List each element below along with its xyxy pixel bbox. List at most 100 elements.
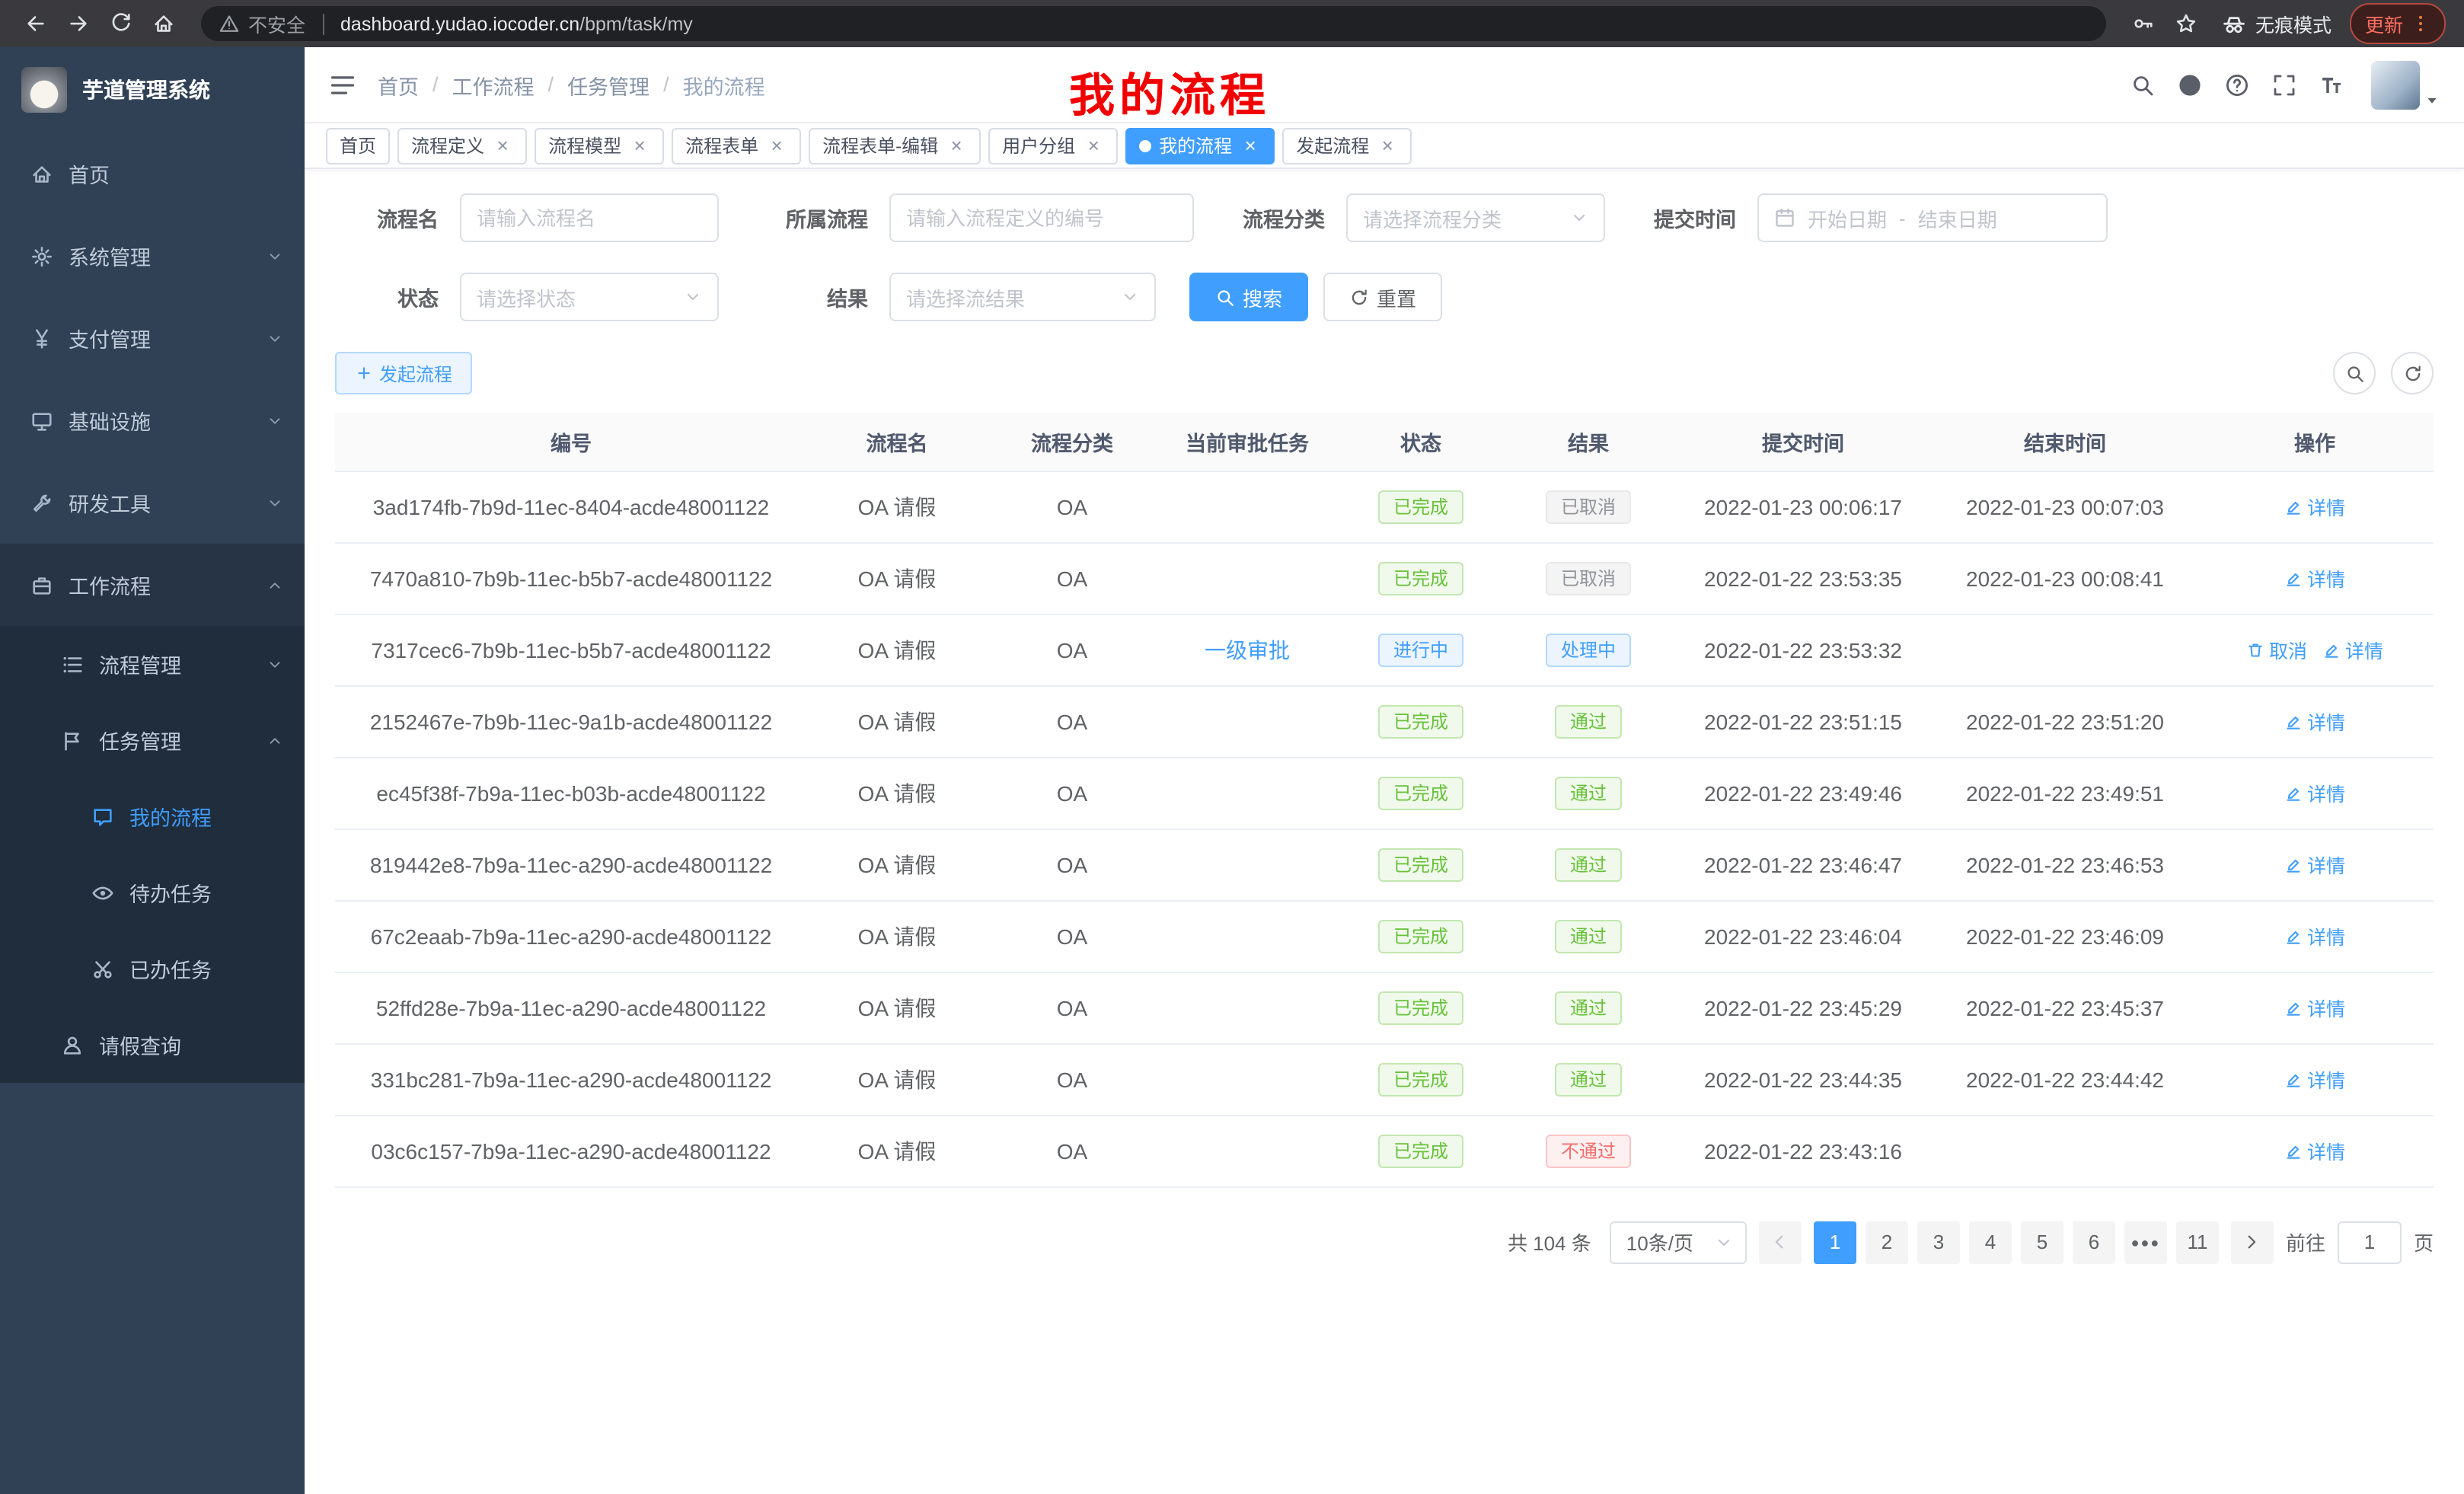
next-page-button[interactable] xyxy=(2231,1221,2274,1263)
process-definition-input[interactable] xyxy=(889,193,1194,242)
reload-button[interactable] xyxy=(104,7,137,40)
user-menu[interactable] xyxy=(2371,60,2440,109)
sidebar-item-todo-tasks[interactable]: 待办任务 xyxy=(0,854,305,931)
detail-link[interactable]: 详情 xyxy=(2284,921,2345,950)
font-size-icon xyxy=(2319,72,2344,97)
sidebar-item-workflow[interactable]: 工作流程 xyxy=(0,544,305,626)
update-button[interactable]: 更新 xyxy=(2350,3,2446,44)
result-tag: 不通过 xyxy=(1546,1134,1631,1167)
process-name-input[interactable] xyxy=(460,193,719,242)
page-button[interactable]: 5 xyxy=(2021,1221,2063,1263)
page-button[interactable]: 4 xyxy=(1969,1221,2012,1263)
prev-page-button[interactable] xyxy=(1759,1221,1802,1263)
tab-label: 流程表单 xyxy=(685,132,758,158)
page-button[interactable]: 3 xyxy=(1917,1221,1960,1263)
tab-process-definition[interactable]: 流程定义× xyxy=(397,127,527,164)
password-key-icon[interactable] xyxy=(2127,7,2161,40)
sidebar-item-home[interactable]: 首页 xyxy=(0,132,305,215)
sidebar-item-infrastructure[interactable]: 基础设施 xyxy=(0,379,305,461)
browser-menu-icon[interactable] xyxy=(2411,14,2430,34)
tab-process-form-edit[interactable]: 流程表单-编辑× xyxy=(809,127,981,164)
tab-process-model[interactable]: 流程模型× xyxy=(535,127,664,164)
cell-submit-time: 2022-01-22 23:46:47 xyxy=(1672,828,1934,900)
detail-link[interactable]: 详情 xyxy=(2322,635,2383,664)
status-select[interactable]: 请选择状态 xyxy=(460,273,719,321)
close-icon[interactable]: × xyxy=(1083,135,1104,156)
page-size-select[interactable]: 10条/页 xyxy=(1610,1221,1747,1263)
page-button[interactable]: 11 xyxy=(2176,1221,2219,1263)
back-button[interactable] xyxy=(18,7,52,40)
bookmark-button[interactable] xyxy=(2170,7,2204,40)
tab-home[interactable]: 首页 xyxy=(326,127,390,164)
page-button[interactable]: 2 xyxy=(1866,1221,1908,1263)
header-search-button[interactable] xyxy=(2123,65,2162,104)
close-icon[interactable]: × xyxy=(766,135,787,156)
sidebar-item-process-management[interactable]: 流程管理 xyxy=(0,626,305,702)
close-icon[interactable]: × xyxy=(629,135,650,156)
search-button[interactable]: 搜索 xyxy=(1189,273,1308,321)
cell-current-task xyxy=(1157,972,1337,1043)
detail-link[interactable]: 详情 xyxy=(2284,1065,2345,1093)
goto-page-input[interactable] xyxy=(2338,1221,2402,1263)
table-row: 819442e8-7b9a-11ec-a290-acde48001122OA 请… xyxy=(335,828,2434,900)
help-button[interactable] xyxy=(2217,65,2257,104)
column-header: 流程名 xyxy=(807,413,987,471)
cell-actions: 详情 xyxy=(2196,900,2434,972)
cell-current-task xyxy=(1157,685,1337,757)
page-button[interactable]: 1 xyxy=(1814,1221,1856,1263)
sidebar-item-devtools[interactable]: 研发工具 xyxy=(0,461,305,544)
submit-time-range-picker[interactable]: 开始日期 - 结束日期 xyxy=(1757,193,2108,242)
sidebar-toggle[interactable] xyxy=(329,71,356,98)
status-tag: 已完成 xyxy=(1378,490,1463,523)
page-button[interactable]: 6 xyxy=(2073,1221,2115,1263)
browser-home-button[interactable] xyxy=(146,7,180,40)
edit-icon xyxy=(2284,1141,2303,1160)
close-icon[interactable]: × xyxy=(492,135,513,156)
breadcrumb-item[interactable]: 工作流程 xyxy=(452,69,535,100)
github-button[interactable] xyxy=(2170,65,2210,104)
sidebar-item-task-management[interactable]: 任务管理 xyxy=(0,702,305,778)
more-pages-button[interactable]: ●●● xyxy=(2124,1221,2167,1263)
close-icon[interactable]: × xyxy=(1240,135,1261,156)
sidebar-item-my-process[interactable]: 我的流程 xyxy=(0,778,305,854)
sidebar-menu: 首页系统管理支付管理基础设施研发工具工作流程流程管理任务管理我的流程待办任务已办… xyxy=(0,132,305,1494)
cell-process-name: OA 请假 xyxy=(807,1115,987,1186)
reset-button[interactable]: 重置 xyxy=(1323,273,1442,321)
toggle-search-button[interactable] xyxy=(2333,352,2376,394)
sidebar-item-system[interactable]: 系统管理 xyxy=(0,215,305,297)
cancel-link[interactable]: 取消 xyxy=(2246,635,2307,664)
sidebar-item-done-tasks[interactable]: 已办任务 xyxy=(0,931,305,1007)
create-process-button[interactable]: 发起流程 xyxy=(335,352,472,394)
breadcrumb-item: 我的流程 xyxy=(683,69,765,100)
tab-process-form[interactable]: 流程表单 × xyxy=(672,127,801,164)
tab-user-group[interactable]: 用户分组× xyxy=(988,127,1118,164)
refresh-table-button[interactable] xyxy=(2391,352,2434,394)
close-icon[interactable]: × xyxy=(1377,135,1398,156)
result-select[interactable]: 请选择流结果 xyxy=(889,273,1156,321)
tab-create-process[interactable]: 发起流程× xyxy=(1282,127,1412,164)
fullscreen-button[interactable] xyxy=(2265,65,2304,104)
detail-link[interactable]: 详情 xyxy=(2284,778,2345,807)
tab-my-process[interactable]: 我的流程× xyxy=(1125,127,1275,164)
breadcrumb-item[interactable]: 首页 xyxy=(378,69,419,100)
detail-link[interactable]: 详情 xyxy=(2284,492,2345,521)
sidebar-item-payment[interactable]: 支付管理 xyxy=(0,297,305,379)
detail-link[interactable]: 详情 xyxy=(2284,850,2345,879)
detail-link[interactable]: 详情 xyxy=(2284,563,2345,592)
edit-icon xyxy=(2284,855,2303,873)
forward-button[interactable] xyxy=(61,7,94,40)
browser-toolbar: 不安全 dashboard.yudao.iocoder.cn/bpm/task/… xyxy=(0,0,2464,47)
chevron-down-icon xyxy=(267,656,283,672)
detail-link[interactable]: 详情 xyxy=(2284,993,2345,1022)
sidebar-item-leave-query[interactable]: 请假查询 xyxy=(0,1007,305,1083)
detail-link[interactable]: 详情 xyxy=(2284,707,2345,736)
logo[interactable]: 芋道管理系统 xyxy=(0,47,305,132)
current-task-link[interactable]: 一级审批 xyxy=(1205,637,1290,662)
cell-status: 已完成 xyxy=(1337,1043,1505,1115)
breadcrumb-item[interactable]: 任务管理 xyxy=(567,69,650,100)
address-bar[interactable]: 不安全 dashboard.yudao.iocoder.cn/bpm/task/… xyxy=(201,6,2106,41)
close-icon[interactable]: × xyxy=(946,135,967,156)
detail-link[interactable]: 详情 xyxy=(2284,1136,2345,1165)
category-select[interactable]: 请选择流程分类 xyxy=(1346,193,1605,242)
font-size-button[interactable] xyxy=(2312,65,2351,104)
